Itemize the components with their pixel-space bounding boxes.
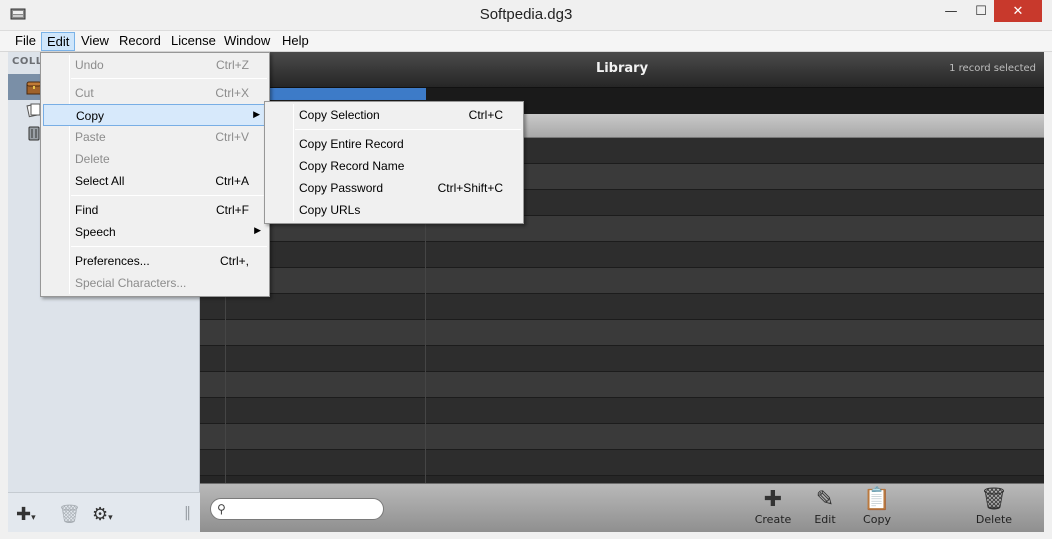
menu-item-label: Copy Password [299, 181, 384, 195]
menu-item-label: Copy Record Name [299, 159, 405, 173]
table-row[interactable] [200, 242, 1044, 268]
menu-record[interactable]: Record [114, 32, 166, 51]
menu-item-speech[interactable]: Speech ▶ [43, 221, 267, 243]
table-row[interactable] [200, 398, 1044, 424]
edit-menu: Undo Ctrl+Z Cut Ctrl+X Copy ▶ Paste Ctrl… [40, 52, 270, 297]
menu-item-shortcut: Ctrl+F [216, 203, 249, 217]
menu-item-copy-entire-record[interactable]: Copy Entire Record [267, 133, 521, 155]
menu-item-special-characters[interactable]: Special Characters... [43, 272, 267, 294]
menu-item-undo[interactable]: Undo Ctrl+Z [43, 54, 267, 76]
create-button[interactable]: ✚ Create [748, 487, 798, 526]
submenu-arrow-icon: ▶ [253, 109, 260, 119]
menu-item-label: Paste [75, 130, 106, 144]
window-title: Softpedia.dg3 [479, 6, 573, 23]
table-row[interactable] [200, 294, 1044, 320]
menu-item-copy-urls[interactable]: Copy URLs [267, 199, 521, 221]
table-row[interactable] [200, 450, 1044, 476]
table-row[interactable] [200, 268, 1044, 294]
title-bar: Softpedia.dg3 — ☐ ✕ [0, 0, 1052, 31]
minimize-button[interactable]: — [936, 0, 966, 22]
menu-item-shortcut: Ctrl+Shift+C [437, 181, 503, 195]
menu-bar: File Edit View Record License Window Hel… [0, 31, 1052, 52]
pencil-icon: ✎ [815, 487, 835, 512]
menu-item-shortcut: Ctrl+A [215, 174, 249, 188]
menu-item-label: Speech [75, 225, 116, 239]
bottom-toolbar: ⚲ ✚ Create ✎ Edit 📋 Copy 🗑 Delete [200, 483, 1044, 532]
copy-submenu: Copy Selection Ctrl+C Copy Entire Record… [264, 101, 524, 224]
trash-icon: 🗑 [980, 487, 1008, 512]
menu-edit[interactable]: Edit [41, 32, 76, 51]
table-row[interactable] [200, 424, 1044, 450]
search-input[interactable] [235, 501, 375, 517]
resize-grip-icon[interactable]: ‖ [184, 505, 191, 521]
menu-item-preferences[interactable]: Preferences... Ctrl+, [43, 250, 267, 272]
library-title: Library [595, 61, 649, 76]
menu-item-shortcut: Ctrl+Z [216, 58, 249, 72]
search-box[interactable]: ⚲ [210, 498, 384, 520]
sidebar-footer: ✚▾ 🗑 ⚙▾ ‖ [8, 492, 200, 532]
window-frame-bottom [0, 532, 1052, 539]
menu-license[interactable]: License [166, 32, 221, 51]
menu-item-label: Copy [76, 109, 105, 123]
menu-view[interactable]: View [76, 32, 114, 51]
table-row[interactable] [200, 346, 1044, 372]
menu-window[interactable]: Window [219, 32, 275, 51]
menu-item-label: Find [75, 203, 99, 217]
copy-button[interactable]: 📋 Copy [852, 487, 902, 526]
window-frame-right [1044, 52, 1052, 539]
edit-button[interactable]: ✎ Edit [800, 487, 850, 526]
menu-item-label: Copy Entire Record [299, 137, 404, 151]
maximize-button[interactable]: ☐ [966, 0, 996, 22]
menu-item-shortcut: Ctrl+X [215, 86, 249, 100]
table-row[interactable] [200, 320, 1044, 346]
delete-button[interactable]: 🗑 Delete [969, 487, 1019, 526]
menu-item-cut[interactable]: Cut Ctrl+X [43, 82, 267, 104]
menu-separator [71, 78, 267, 79]
search-icon: ⚲ [217, 502, 226, 516]
window-frame-left [0, 52, 8, 539]
menu-item-copy-password[interactable]: Copy Password Ctrl+Shift+C [267, 177, 521, 199]
menu-item-label: Delete [75, 152, 110, 166]
menu-item-shortcut: Ctrl+V [215, 130, 249, 144]
menu-item-label: Preferences... [75, 254, 150, 268]
menu-file[interactable]: File [10, 32, 41, 51]
add-collection-icon[interactable]: ✚▾ [16, 504, 36, 525]
delete-label: Delete [975, 513, 1013, 526]
menu-item-select-all[interactable]: Select All Ctrl+A [43, 170, 267, 192]
sidebar-header: COLL [12, 56, 43, 67]
edit-label: Edit [814, 513, 836, 526]
menu-item-label: Select All [75, 174, 125, 188]
menu-item-find[interactable]: Find Ctrl+F [43, 199, 267, 221]
menu-item-label: Cut [75, 86, 94, 100]
menu-item-shortcut: Ctrl+, [219, 254, 249, 268]
menu-item-label: Undo [75, 58, 104, 72]
menu-item-paste[interactable]: Paste Ctrl+V [43, 126, 267, 148]
clipboard-icon: 📋 [863, 487, 891, 512]
menu-separator [71, 195, 267, 196]
menu-help[interactable]: Help [277, 32, 314, 51]
delete-collection-icon[interactable]: 🗑 [58, 504, 81, 525]
library-header: Library 1 record selected [200, 52, 1044, 88]
menu-item-label: Copy Selection [299, 108, 380, 122]
plus-icon: ✚ [763, 487, 783, 512]
menu-item-delete[interactable]: Delete [43, 148, 267, 170]
menu-item-copy-record-name[interactable]: Copy Record Name [267, 155, 521, 177]
menu-item-label: Special Characters... [75, 276, 187, 290]
menu-separator [71, 246, 267, 247]
submenu-arrow-icon: ▶ [254, 225, 261, 235]
menu-separator [295, 129, 521, 130]
close-button[interactable]: ✕ [994, 0, 1042, 22]
copy-label: Copy [863, 513, 891, 526]
create-label: Create [754, 513, 792, 526]
menu-item-label: Copy URLs [299, 203, 361, 217]
selection-status: 1 record selected [949, 63, 1036, 74]
menu-item-copy-selection[interactable]: Copy Selection Ctrl+C [267, 104, 521, 126]
menu-item-copy[interactable]: Copy ▶ [43, 104, 267, 126]
menu-item-shortcut: Ctrl+C [468, 108, 503, 122]
gear-icon[interactable]: ⚙▾ [92, 504, 113, 525]
table-row[interactable] [200, 372, 1044, 398]
